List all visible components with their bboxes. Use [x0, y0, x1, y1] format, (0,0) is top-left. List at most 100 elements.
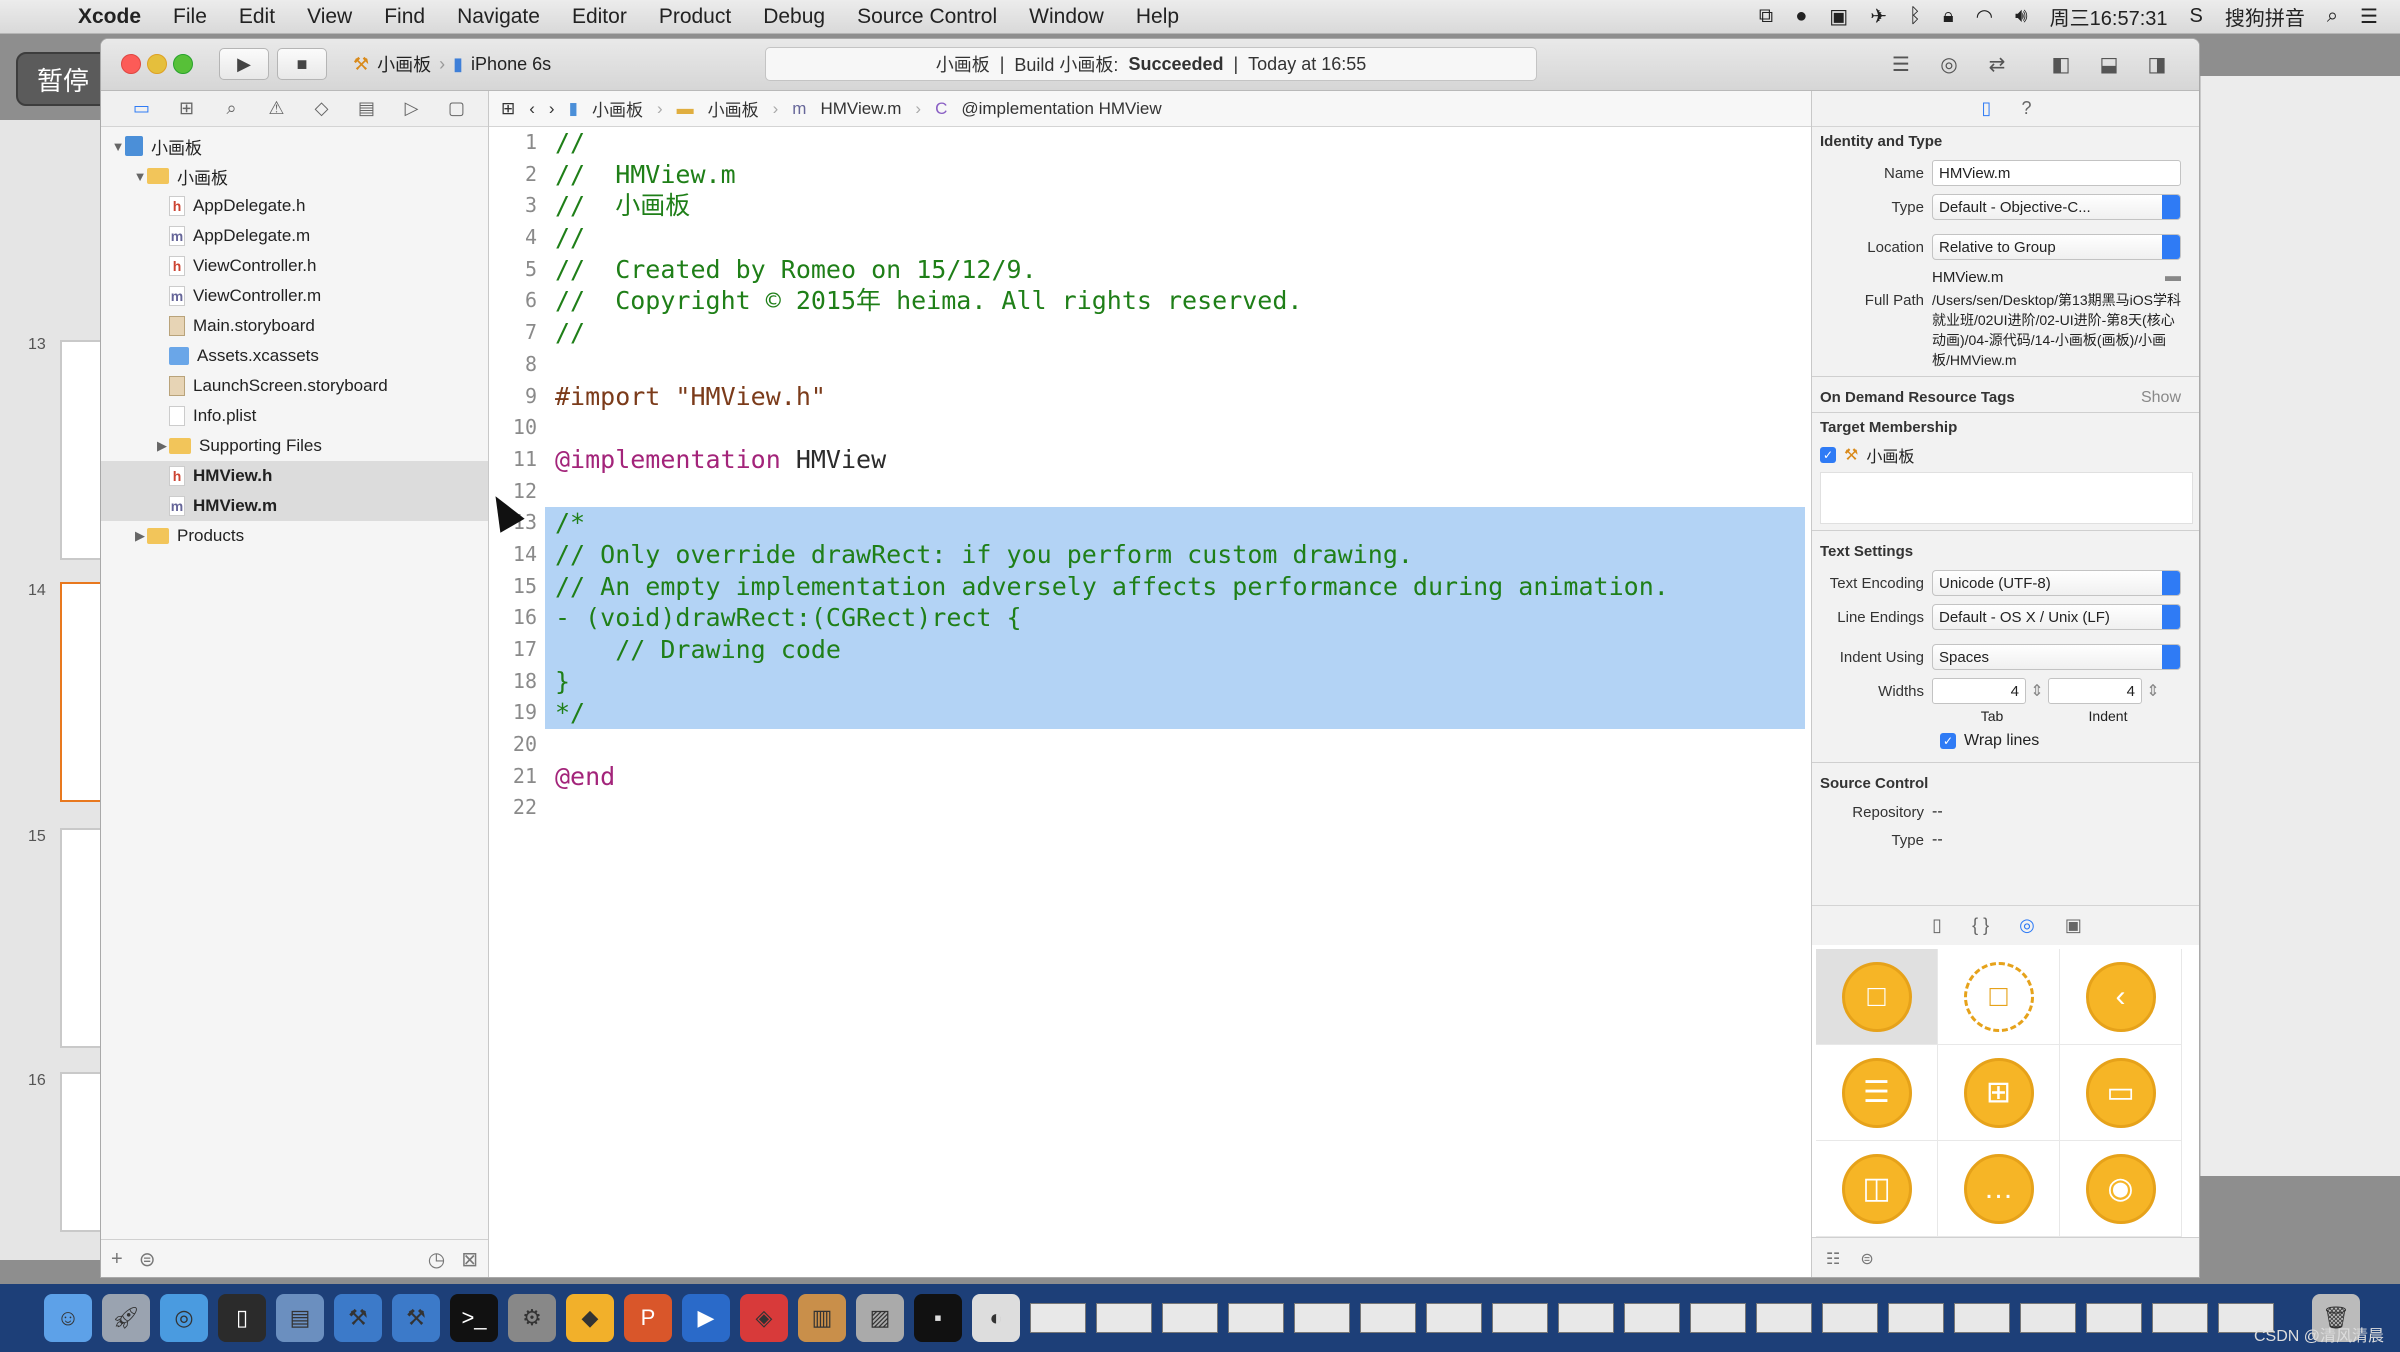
slide-thumbnail[interactable] — [60, 340, 104, 560]
instruments-icon[interactable]: ⚒ — [392, 1294, 440, 1342]
library-item[interactable]: ▭ — [2060, 1045, 2182, 1141]
assistant-editor-button[interactable]: ◎ — [1929, 48, 1969, 80]
code-line[interactable]: // — [545, 222, 1805, 254]
screen-record-icon[interactable]: ▣ — [1829, 4, 1848, 29]
file-tree-item[interactable]: h HMView.h — [101, 461, 488, 491]
console-icon[interactable]: ▪ — [914, 1294, 962, 1342]
clock[interactable]: 周三16:57:31 — [2050, 2, 2168, 31]
mouse-app-icon[interactable]: ▯ — [218, 1294, 266, 1342]
indent-width-stepper[interactable]: ⇕ — [2142, 681, 2164, 701]
code-line[interactable] — [545, 476, 1805, 508]
pause-button[interactable]: 暂停 — [16, 52, 110, 106]
related-items-icon[interactable]: ⊞ — [501, 99, 515, 119]
code-line[interactable] — [545, 729, 1805, 761]
terminal-icon[interactable]: >_ — [450, 1294, 498, 1342]
menu-window[interactable]: Window — [1013, 5, 1120, 29]
file-inspector-icon[interactable]: ▯ — [1982, 98, 1992, 119]
disclosure-open-icon[interactable]: ▼ — [133, 169, 147, 184]
code-line[interactable] — [545, 792, 1805, 824]
minimized-window[interactable] — [2152, 1303, 2208, 1333]
sketch-icon[interactable]: ◆ — [566, 1294, 614, 1342]
menu-file[interactable]: File — [157, 5, 223, 29]
file-tree-item[interactable]: Main.storyboard — [101, 311, 488, 341]
library-item[interactable]: ◫ — [1816, 1141, 1938, 1237]
close-button[interactable] — [121, 54, 141, 74]
code-line[interactable]: // Created by Romeo on 15/12/9. — [545, 254, 1805, 286]
file-tree-item[interactable]: Assets.xcassets — [101, 341, 488, 371]
menu-view[interactable]: View — [291, 5, 368, 29]
launchpad-icon[interactable]: 🚀︎ — [102, 1294, 150, 1342]
ime-icon[interactable]: S — [2190, 5, 2203, 28]
menu-editor[interactable]: Editor — [556, 5, 643, 29]
notes-icon[interactable]: ▥ — [798, 1294, 846, 1342]
finder-icon[interactable]: ☺ — [44, 1294, 92, 1342]
stop-button[interactable]: ■ — [277, 48, 327, 80]
minimized-window[interactable] — [1360, 1303, 1416, 1333]
code-line[interactable]: @end — [545, 761, 1805, 793]
minimized-window[interactable] — [1888, 1303, 1944, 1333]
minimized-window[interactable] — [1690, 1303, 1746, 1333]
minimized-window[interactable] — [1756, 1303, 1812, 1333]
toggle-navigator-button[interactable]: ◧ — [2041, 48, 2081, 80]
code-line[interactable]: // 小画板 — [545, 190, 1805, 222]
minimized-window[interactable] — [1294, 1303, 1350, 1333]
code-area[interactable]: //// HMView.m// 小画板//// Created by Romeo… — [545, 127, 1805, 1277]
warning-icon[interactable]: ⚠ — [254, 98, 299, 119]
report-icon[interactable]: ▢ — [434, 98, 479, 119]
display-icon[interactable]: ⧉ — [1759, 5, 1773, 28]
minimized-window[interactable] — [1096, 1303, 1152, 1333]
code-line[interactable] — [545, 349, 1805, 381]
indent-width-field[interactable]: 4 — [2048, 678, 2142, 704]
minimized-window[interactable] — [1030, 1303, 1086, 1333]
disclosure-open-icon[interactable]: ▼ — [111, 139, 125, 154]
file-tree-item[interactable]: ▼ 小画板 — [101, 161, 488, 191]
system-preferences-icon[interactable]: ⚙ — [508, 1294, 556, 1342]
app-icon[interactable]: ◈ — [740, 1294, 788, 1342]
media-library-icon[interactable]: ▣ — [2065, 915, 2082, 936]
code-line[interactable]: */ — [545, 697, 1805, 730]
odr-show-button[interactable]: Show — [2141, 383, 2181, 412]
library-item[interactable]: □ — [1816, 949, 1938, 1045]
file-template-icon[interactable]: ▯ — [1932, 915, 1942, 936]
quick-help-icon[interactable]: ? — [2021, 98, 2031, 119]
file-tree-item[interactable]: m AppDelegate.m — [101, 221, 488, 251]
test-icon[interactable]: ◇ — [299, 98, 344, 119]
target-checkbox[interactable]: ✓ — [1820, 447, 1836, 463]
recent-files-icon[interactable]: ◷ — [428, 1247, 445, 1272]
spotlight-icon[interactable]: ⌕ — [2327, 5, 2338, 28]
file-tree-item[interactable]: ▶ Products — [101, 521, 488, 551]
folder-icon[interactable]: ▬ — [2165, 268, 2181, 286]
minimized-window[interactable] — [2020, 1303, 2076, 1333]
back-icon[interactable]: ‹ — [529, 99, 535, 119]
powerpoint-icon[interactable]: P — [624, 1294, 672, 1342]
minimized-window[interactable] — [1822, 1303, 1878, 1333]
encoding-select[interactable]: Unicode (UTF-8) — [1932, 570, 2181, 596]
airplane-icon[interactable]: ✈ — [1870, 4, 1887, 29]
bluetooth-icon[interactable]: ᛒ — [1909, 5, 1921, 28]
scheme-selector[interactable]: ⚒ 小画板 › ▮ iPhone 6s — [353, 48, 551, 80]
code-line[interactable]: // Drawing code — [545, 634, 1805, 666]
notification-center-icon[interactable]: ☰ — [2360, 4, 2378, 29]
zoom-button[interactable] — [173, 54, 193, 74]
menu-navigate[interactable]: Navigate — [441, 5, 556, 29]
code-line[interactable]: /* — [545, 507, 1805, 539]
jump-group[interactable]: 小画板 — [708, 96, 759, 121]
file-tree-item[interactable]: ▶ Supporting Files — [101, 431, 488, 461]
forward-icon[interactable]: › — [549, 99, 555, 119]
folder-icon[interactable]: ▭ — [119, 98, 164, 119]
file-tree-item[interactable]: LaunchScreen.storyboard — [101, 371, 488, 401]
file-tree-item[interactable]: m ViewController.m — [101, 281, 488, 311]
slide-thumbnail[interactable] — [60, 828, 104, 1048]
quicktime-icon[interactable]: ▶ — [682, 1294, 730, 1342]
code-line[interactable]: // An empty implementation adversely aff… — [545, 570, 1805, 603]
minimized-window[interactable] — [1492, 1303, 1548, 1333]
menu-debug[interactable]: Debug — [747, 5, 841, 29]
screenshot-app-icon[interactable]: ◐ — [972, 1294, 1020, 1342]
slide-thumbnail[interactable] — [60, 1072, 104, 1232]
disclosure-closed-icon[interactable]: ▶ — [133, 528, 147, 544]
disclosure-closed-icon[interactable]: ▶ — [155, 438, 169, 454]
minimized-window[interactable] — [1228, 1303, 1284, 1333]
location-select[interactable]: Relative to Group — [1932, 234, 2181, 260]
version-editor-button[interactable]: ⇄ — [1977, 48, 2017, 80]
scm-filter-icon[interactable]: ⊠ — [461, 1247, 478, 1272]
